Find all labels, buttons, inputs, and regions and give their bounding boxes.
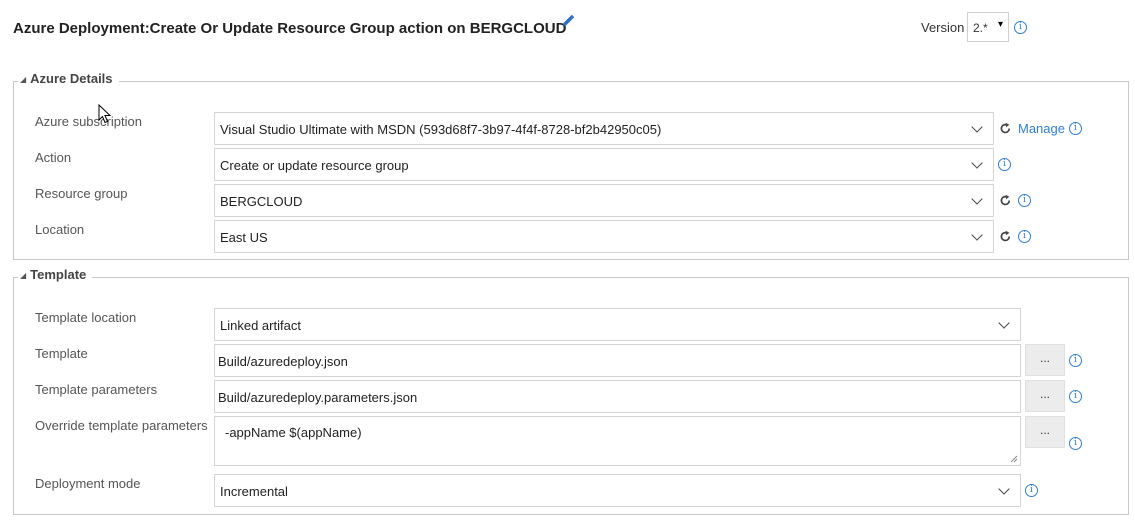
template-label: Template	[35, 346, 88, 361]
template-parameters-browse-button[interactable]: ...	[1025, 380, 1065, 412]
location-label: Location	[35, 222, 85, 237]
action-label: Action	[35, 150, 72, 165]
azure-subscription-label: Azure subscription	[35, 114, 142, 129]
deployment-mode-value: Incremental	[220, 484, 288, 499]
page-title: Azure Deployment:Create Or Update Resour…	[13, 20, 567, 37]
override-template-parameters-label: Override template parameters	[35, 418, 208, 433]
pencil-icon[interactable]	[561, 14, 575, 28]
override-parameters-browse-button[interactable]: ...	[1025, 416, 1065, 448]
info-icon[interactable]: i	[1018, 194, 1031, 207]
override-template-parameters-textarea[interactable]: -appName $(appName)	[214, 416, 1021, 466]
template-location-select[interactable]: Linked artifact	[214, 308, 1021, 341]
template-parameters-input[interactable]: Build/azuredeploy.parameters.json	[214, 380, 1021, 413]
chevron-down-icon	[971, 229, 983, 241]
template-browse-button[interactable]: ...	[1025, 344, 1065, 376]
info-icon[interactable]: i	[1069, 390, 1082, 403]
chevron-down-icon: ▾	[997, 19, 1003, 30]
info-icon[interactable]: i	[1018, 230, 1031, 243]
location-value: East US	[220, 230, 268, 245]
info-icon[interactable]: i	[1069, 437, 1082, 450]
refresh-icon[interactable]	[999, 122, 1012, 135]
version-select[interactable]: 2.* ▾	[967, 12, 1009, 42]
chevron-down-icon	[971, 157, 983, 169]
action-value: Create or update resource group	[220, 158, 409, 173]
refresh-icon[interactable]	[999, 230, 1012, 243]
template-location-value: Linked artifact	[220, 318, 301, 333]
chevron-down-icon	[971, 193, 983, 205]
info-icon[interactable]: i	[1014, 21, 1027, 34]
refresh-icon[interactable]	[999, 194, 1012, 207]
template-input[interactable]: Build/azuredeploy.json	[214, 344, 1021, 377]
deployment-mode-select[interactable]: Incremental	[214, 474, 1021, 507]
info-icon[interactable]: i	[1069, 354, 1082, 367]
azure-details-legend[interactable]: ◢ Azure Details	[18, 71, 119, 86]
template-parameters-value: Build/azuredeploy.parameters.json	[218, 390, 418, 405]
deployment-mode-label: Deployment mode	[35, 476, 141, 491]
info-icon[interactable]: i	[1069, 122, 1082, 135]
mouse-cursor-icon	[98, 104, 112, 124]
template-legend[interactable]: ◢ Template	[18, 267, 93, 282]
resource-group-value: BERGCLOUD	[220, 194, 303, 209]
chevron-down-icon	[998, 317, 1010, 329]
resource-group-select[interactable]: BERGCLOUD	[214, 184, 994, 217]
template-value: Build/azuredeploy.json	[218, 354, 348, 369]
azure-subscription-select[interactable]: Visual Studio Ultimate with MSDN (593d68…	[214, 112, 994, 145]
location-select[interactable]: East US	[214, 220, 994, 253]
resource-group-label: Resource group	[35, 186, 128, 201]
override-template-parameters-value: -appName $(appName)	[225, 425, 362, 440]
version-label: Version	[921, 20, 965, 35]
manage-link[interactable]: Manage	[1018, 121, 1065, 136]
resize-grip-icon[interactable]	[1010, 455, 1018, 463]
collapse-triangle-icon: ◢	[20, 75, 27, 84]
azure-details-legend-text: Azure Details	[30, 71, 113, 86]
template-location-label: Template location	[35, 310, 137, 325]
chevron-down-icon	[998, 483, 1010, 495]
action-select[interactable]: Create or update resource group	[214, 148, 994, 181]
info-icon[interactable]: i	[998, 158, 1011, 171]
version-value: 2.*	[973, 21, 988, 35]
template-parameters-label: Template parameters	[35, 382, 158, 397]
template-legend-text: Template	[30, 267, 87, 282]
collapse-triangle-icon: ◢	[20, 271, 27, 280]
azure-subscription-value: Visual Studio Ultimate with MSDN (593d68…	[220, 122, 662, 137]
chevron-down-icon	[971, 121, 983, 133]
info-icon[interactable]: i	[1025, 484, 1038, 497]
